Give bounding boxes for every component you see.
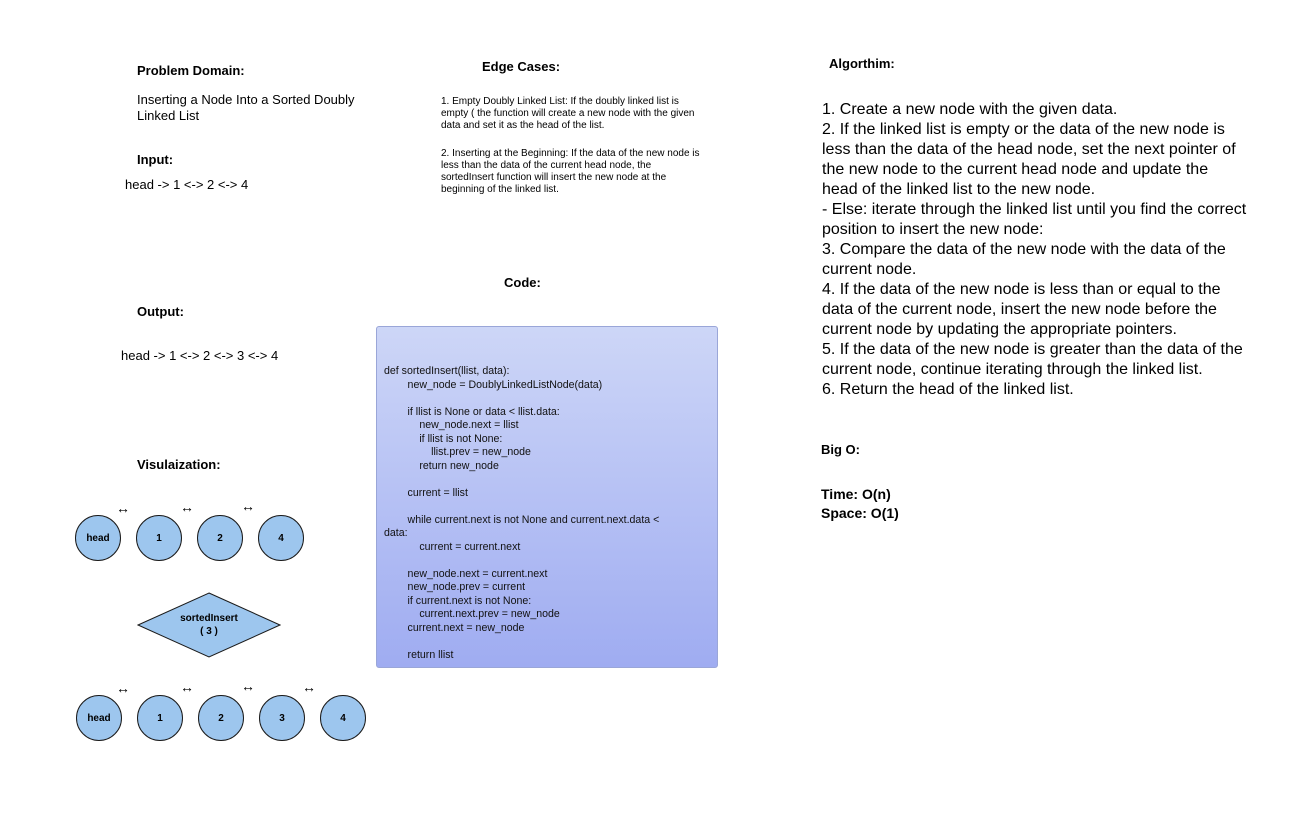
bidirectional-arrow-icon: ↔	[116, 680, 130, 696]
big-o-heading: Big O:	[821, 442, 860, 457]
problem-domain-text: Inserting a Node Into a Sorted Doubly Li…	[137, 92, 355, 123]
edge-case-1: 1. Empty Doubly Linked List: If the doub…	[441, 96, 695, 131]
list-node: 2	[197, 515, 243, 561]
sorted-insert-decision: sortedInsert ( 3 )	[137, 592, 281, 658]
list-node: 1	[137, 695, 183, 741]
list-node: 2	[198, 695, 244, 741]
code-box: def sortedInsert(llist, data): new_node …	[376, 326, 718, 668]
output-text: head -> 1 <-> 2 <-> 3 <-> 4	[121, 348, 279, 363]
sorted-insert-label: sortedInsert ( 3 )	[180, 613, 238, 637]
edge-case-2: 2. Inserting at the Beginning: If the da…	[441, 148, 700, 195]
list-node: 4	[320, 695, 366, 741]
bidirectional-arrow-icon: ↔	[241, 498, 255, 514]
bidirectional-arrow-icon: ↔	[180, 679, 194, 695]
list-node: 4	[258, 515, 304, 561]
code-heading: Code:	[504, 275, 541, 290]
input-heading: Input:	[137, 152, 174, 167]
bidirectional-arrow-icon: ↔	[116, 500, 130, 516]
list-node: head	[76, 695, 122, 741]
visualization-heading: Visulaization:	[137, 457, 221, 472]
output-heading: Output:	[137, 304, 184, 319]
bidirectional-arrow-icon: ↔	[241, 678, 255, 694]
edge-cases-heading: Edge Cases:	[482, 59, 561, 74]
list-node: 1	[136, 515, 182, 561]
algorithm-heading: Algorthim:	[829, 56, 895, 71]
list-node: 3	[259, 695, 305, 741]
code-text: def sortedInsert(llist, data): new_node …	[384, 365, 660, 661]
input-text: head -> 1 <-> 2 <-> 4	[125, 177, 249, 192]
big-o-values: Time: O(n) Space: O(1)	[821, 485, 899, 523]
space-complexity: Space: O(1)	[821, 505, 899, 521]
algorithm-text: 1. Create a new node with the given data…	[822, 101, 1247, 398]
time-complexity: Time: O(n)	[821, 486, 891, 502]
bidirectional-arrow-icon: ↔	[180, 499, 194, 515]
problem-domain-heading: Problem Domain:	[137, 63, 245, 78]
bidirectional-arrow-icon: ↔	[302, 679, 316, 695]
list-node: head	[75, 515, 121, 561]
